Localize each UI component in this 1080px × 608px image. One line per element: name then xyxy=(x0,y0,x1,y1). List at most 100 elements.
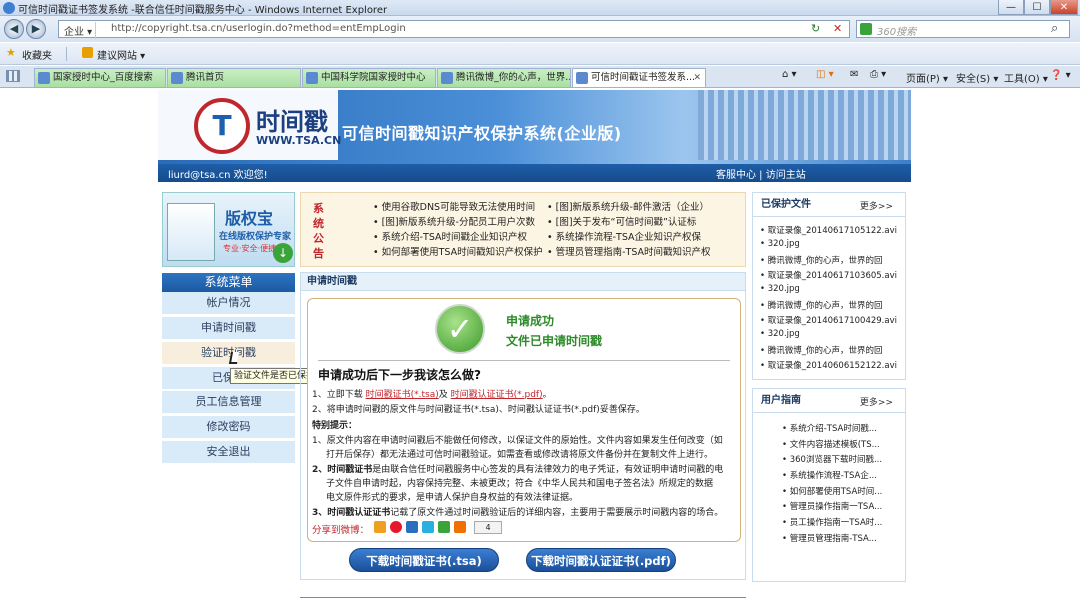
notice-link[interactable]: • 使用谷歌DNS可能导致无法使用时间 xyxy=(373,199,545,213)
favorites-button[interactable]: 收藏夹 xyxy=(22,47,52,62)
tab-label: 可信时间戳证书签发系... xyxy=(591,72,696,83)
notice-link[interactable]: • [图]关于发布“可信时间戳”认证标 xyxy=(547,214,743,228)
protected-file-item[interactable]: • 腾讯微博_你的心声，世界的回 xyxy=(760,299,902,311)
guide-item[interactable]: • 管理员操作指南一TSA... xyxy=(782,500,902,512)
protected-file-item[interactable]: • 腾讯微博_你的心声，世界的回 xyxy=(760,344,902,356)
tencent-weibo-share-icon[interactable] xyxy=(422,521,434,533)
zone-indicator[interactable]: 企业 ▾ xyxy=(61,22,97,39)
protected-file-item[interactable]: • 320.jpg xyxy=(760,329,902,339)
print-button[interactable]: ⎙ ▾ xyxy=(870,69,886,80)
download-arrow-icon[interactable]: ↓ xyxy=(273,243,293,263)
guide-item[interactable]: • 系统介绍-TSA时间戳... xyxy=(782,422,902,434)
welcome-text: liurd@tsa.cn 欢迎您! xyxy=(168,170,268,181)
download-tsa-button[interactable]: 下载时间戳证书(.tsa) xyxy=(349,548,499,572)
search-box[interactable]: 360搜索 ⌕ xyxy=(856,20,1070,38)
notice-link[interactable]: • 管理员管理指南-TSA时间戳知识产权 xyxy=(547,244,743,258)
menu-item-logout[interactable]: 安全退出 xyxy=(162,441,295,463)
promo-subtitle: 在线版权保护专家 xyxy=(219,232,292,242)
user-bar: liurd@tsa.cn 欢迎您! 客服中心 | 访问主站 xyxy=(158,164,911,182)
guide-item[interactable]: • 员工操作指南一TSA时... xyxy=(782,516,902,528)
divider xyxy=(66,47,67,61)
help-menu[interactable]: ❓ ▾ xyxy=(1050,70,1071,81)
tab-ntsc[interactable]: 中国科学院国家授时中心 xyxy=(302,68,436,87)
tab-label: 国家授时中心_百度搜索 xyxy=(53,72,153,83)
360-search-icon xyxy=(860,23,872,35)
promo-tags: 专业·安全·便捷 xyxy=(223,244,277,253)
maximize-button[interactable]: ☐ xyxy=(1024,0,1050,15)
back-button[interactable]: ◀ xyxy=(4,19,24,39)
tab-qq[interactable]: 腾讯首页 xyxy=(167,68,301,87)
home-button[interactable]: ⌂ ▾ xyxy=(782,69,797,80)
menu-item-account[interactable]: 帐户情况 xyxy=(162,292,295,314)
tip-3-text: 记载了原文件通过时间戳验证后的详细内容，主要用于需要展示时间戳内容的场合。 xyxy=(390,508,724,518)
guide-item[interactable]: • 管理员管理指南-TSA... xyxy=(782,532,902,544)
protected-file-item[interactable]: • 取证录像_20140606152122.avi xyxy=(760,359,902,371)
search-icon[interactable]: ⌕ xyxy=(1051,21,1058,36)
search-input[interactable]: 360搜索 xyxy=(877,23,916,38)
notice-link[interactable]: • 系统介绍-TSA时间戳企业知识产权 xyxy=(373,229,545,243)
guide-item[interactable]: • 系统操作流程-TSA企... xyxy=(782,469,902,481)
menu-item-employees[interactable]: 员工信息管理 xyxy=(162,391,295,413)
stop-icon[interactable]: ✕ xyxy=(833,22,842,35)
address-toolbar: ◀ ▶ 企业 ▾ http://copyright.tsa.cn/userlog… xyxy=(0,16,1080,42)
notice-link[interactable]: • [图]新版系统升级-分配员工用户次数 xyxy=(373,214,545,228)
guide-item[interactable]: • 360浏览器下载时间戳... xyxy=(782,453,902,465)
tab-favicon xyxy=(576,72,588,84)
guide-item[interactable]: • 如何部署使用TSA时间... xyxy=(782,485,902,497)
more-share-icon[interactable] xyxy=(454,521,466,533)
protected-more-link[interactable]: 更多>> xyxy=(860,199,893,212)
quick-tabs-icon[interactable] xyxy=(6,70,20,82)
weibo-share-icon[interactable] xyxy=(390,521,402,533)
refresh-icon[interactable]: ↻ xyxy=(811,22,820,35)
protected-file-item[interactable]: • 腾讯微博_你的心声，世界的回 xyxy=(760,254,902,266)
header-links[interactable]: 客服中心 | 访问主站 xyxy=(716,166,806,181)
forward-button[interactable]: ▶ xyxy=(26,19,46,39)
tab-tsa-active[interactable]: 可信时间戳证书签发系... ✕ xyxy=(572,68,706,87)
tab-favicon xyxy=(441,72,453,84)
minimize-button[interactable]: — xyxy=(998,0,1024,15)
tools-menu[interactable]: 工具(O) ▾ xyxy=(1004,70,1048,85)
download-tsa-link[interactable]: 时间戳证书(*.tsa) xyxy=(366,390,439,400)
brand-site: WWW.TSA.CN xyxy=(256,134,342,147)
notice-link[interactable]: • 系统操作流程-TSA企业知识产权保 xyxy=(547,229,743,243)
brand-name: 时间戳 xyxy=(256,108,328,136)
protected-file-item[interactable]: • 取证录像_20140617105122.avi xyxy=(760,224,902,236)
success-title: 申请成功 xyxy=(506,314,555,328)
protected-file-item[interactable]: • 取证录像_20140617103605.avi xyxy=(760,269,902,281)
notice-link[interactable]: • 如何部署使用TSA时间戳知识产权保护 xyxy=(373,244,545,258)
menu-item-password[interactable]: 修改密码 xyxy=(162,416,295,438)
address-url[interactable]: http://copyright.tsa.cn/userlogin.do?met… xyxy=(111,23,406,34)
step-1-end: 。 xyxy=(542,390,552,400)
address-field[interactable]: 企业 ▾ http://copyright.tsa.cn/userlogin.d… xyxy=(58,20,850,39)
page-menu[interactable]: 页面(P) ▾ xyxy=(906,70,948,85)
qzone-share-icon[interactable] xyxy=(374,521,386,533)
close-button[interactable]: ✕ xyxy=(1050,0,1078,15)
product-box-image xyxy=(167,203,215,261)
feeds-button[interactable]: ◫ ▾ xyxy=(816,69,834,80)
download-pdf-link[interactable]: 时间戳认证证书(*.pdf) xyxy=(451,390,543,400)
tab-baidu[interactable]: 国家授时中心_百度搜索 xyxy=(34,68,166,87)
guide-more-link[interactable]: 更多>> xyxy=(860,395,893,408)
tip-3: 3、时间戳认证证书记载了原文件通过时间戳验证后的详细内容，主要用于需要展示时间戳… xyxy=(312,505,723,518)
notice-label: 系统公告 xyxy=(313,202,324,260)
guide-item[interactable]: • 文件内容描述模板(TS... xyxy=(782,438,902,450)
copyright-treasure-promo[interactable]: 版权宝 在线版权保护专家 专业·安全·便捷 ↓ xyxy=(162,192,295,267)
tsa-logo-icon: T xyxy=(194,98,250,154)
suggested-sites-button[interactable]: 建议网站 ▾ xyxy=(97,47,145,62)
success-check-icon: ✓ xyxy=(435,304,485,354)
tab-weibo[interactable]: 腾讯微博_你的心声，世界... xyxy=(437,68,571,87)
protected-file-item[interactable]: • 320.jpg xyxy=(760,239,902,249)
protected-file-item[interactable]: • 取证录像_20140617100429.avi xyxy=(760,314,902,326)
menu-item-apply[interactable]: 申请时间戳 xyxy=(162,317,295,339)
tab-label: 中国科学院国家授时中心 xyxy=(321,72,426,83)
promo-title: 版权宝 xyxy=(225,209,274,228)
douban-share-icon[interactable] xyxy=(438,521,450,533)
notice-link[interactable]: • [图]新版系统升级-邮件激活（企业） xyxy=(547,199,743,213)
tab-close-icon[interactable]: ✕ xyxy=(693,69,701,87)
tab-favicon xyxy=(306,72,318,84)
download-pdf-button[interactable]: 下载时间戳认证证书(.pdf) xyxy=(526,548,676,572)
protected-file-item[interactable]: • 320.jpg xyxy=(760,284,902,294)
read-mail-button[interactable]: ✉ xyxy=(850,69,858,80)
safety-menu[interactable]: 安全(S) ▾ xyxy=(956,70,998,85)
renren-share-icon[interactable] xyxy=(406,521,418,533)
